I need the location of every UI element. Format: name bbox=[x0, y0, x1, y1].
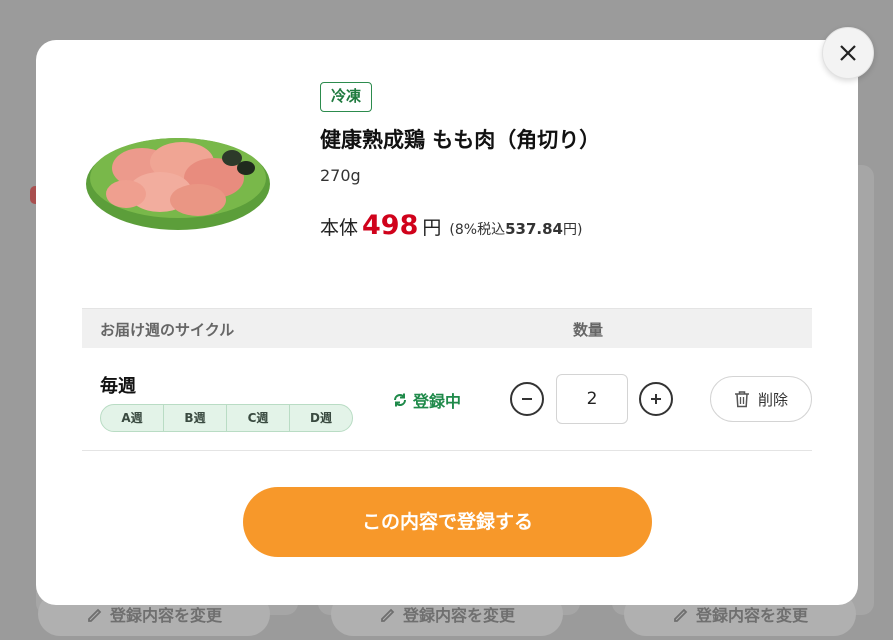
trash-icon bbox=[734, 391, 749, 408]
registration-status: 登録中 bbox=[392, 388, 461, 412]
frozen-badge: 冷凍 bbox=[320, 82, 373, 112]
header-cycle: お届け週のサイクル bbox=[100, 321, 235, 339]
background-edit-label: 登録内容を変更 bbox=[695, 606, 808, 625]
table-header: お届け週のサイクル 数量 bbox=[82, 308, 812, 348]
quantity-decrease-button[interactable] bbox=[510, 382, 544, 416]
tax-price-value: 537.84 bbox=[505, 220, 563, 238]
week-chip-a[interactable]: A週 bbox=[101, 405, 164, 431]
pencil-icon bbox=[381, 608, 395, 622]
status-label: 登録中 bbox=[413, 392, 462, 411]
week-chip-d[interactable]: D週 bbox=[290, 405, 352, 431]
pencil-icon bbox=[674, 608, 688, 622]
close-button[interactable] bbox=[822, 27, 874, 79]
price-value: 498 bbox=[362, 210, 419, 241]
close-icon bbox=[840, 45, 856, 61]
pencil-icon bbox=[88, 608, 102, 622]
delete-button[interactable]: 削除 bbox=[710, 376, 812, 422]
quantity-increase-button[interactable] bbox=[639, 382, 673, 416]
product-name: 健康熟成鶏 もも肉（角切り） bbox=[320, 128, 601, 152]
tax-price: (8%税込537.84円) bbox=[449, 219, 582, 239]
product-image bbox=[86, 138, 270, 230]
plus-icon bbox=[651, 394, 661, 404]
minus-icon bbox=[522, 398, 532, 400]
tax-suffix: 円) bbox=[562, 222, 583, 238]
row-divider bbox=[82, 450, 812, 451]
refresh-icon bbox=[394, 393, 406, 407]
price-label: 本体 bbox=[320, 217, 359, 239]
quantity-input[interactable]: 2 bbox=[556, 374, 628, 424]
header-quantity: 数量 bbox=[573, 321, 604, 339]
price-unit: 円 bbox=[422, 217, 442, 239]
week-chip-b[interactable]: B週 bbox=[164, 405, 227, 431]
week-chip-c[interactable]: C週 bbox=[227, 405, 290, 431]
delete-label: 削除 bbox=[757, 390, 788, 409]
product-modal: 冷凍 健康熟成鶏 もも肉（角切り） 270g 本体 498 円 (8%税込537… bbox=[36, 40, 858, 605]
tax-prefix: (8%税込 bbox=[449, 222, 506, 238]
price-row: 本体 498 円 (8%税込537.84円) bbox=[320, 210, 582, 241]
product-weight: 270g bbox=[320, 166, 361, 185]
background-edit-label: 登録内容を変更 bbox=[109, 606, 222, 625]
cycle-name: 毎週 bbox=[100, 376, 136, 397]
submit-button[interactable]: この内容で登録する bbox=[243, 487, 652, 557]
week-selector: A週 B週 C週 D週 bbox=[100, 404, 353, 432]
background-edit-label: 登録内容を変更 bbox=[402, 606, 515, 625]
